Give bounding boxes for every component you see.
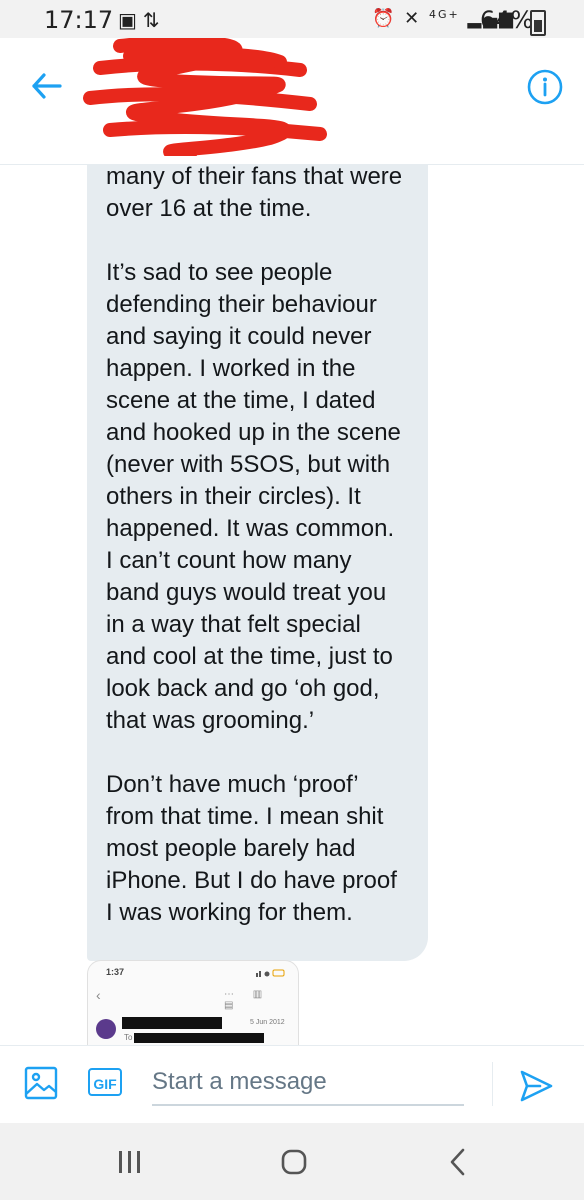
composer-divider — [492, 1062, 493, 1106]
redacted-sender — [122, 1017, 222, 1029]
redacted-contact-name — [83, 38, 327, 156]
gallery-icon: ▣ — [118, 8, 143, 32]
arrow-left-icon — [32, 73, 62, 99]
system-back-button[interactable] — [448, 1147, 468, 1177]
add-image-button[interactable] — [24, 1066, 58, 1100]
image-icon — [24, 1066, 58, 1100]
alarm-icon: ⏰ — [372, 8, 397, 29]
attachment-to-label: To — [124, 1033, 133, 1042]
message-text: I couldn’t safely point out many of thei… — [106, 165, 403, 926]
status-bar: 17:17 ▣⇅ ⏰ ✕ 4G+ ▂▄▆ 64% — [0, 0, 584, 38]
home-icon — [281, 1149, 307, 1175]
redacted-recipient — [134, 1033, 264, 1043]
home-button[interactable] — [280, 1148, 308, 1176]
back-button[interactable] — [26, 66, 66, 106]
battery-icon — [530, 10, 546, 36]
message-input[interactable] — [152, 1060, 464, 1106]
system-navigation-bar — [0, 1123, 584, 1200]
attachment-back-icon: ‹ — [96, 987, 101, 1003]
info-button[interactable] — [526, 68, 564, 106]
send-button[interactable] — [518, 1068, 554, 1104]
recent-apps-button[interactable] — [116, 1149, 144, 1175]
attachment-time: 1:37 — [106, 967, 125, 977]
gif-button[interactable]: GIF — [88, 1068, 122, 1096]
status-time: 17:17 — [44, 6, 114, 34]
attachment-date: 5 Jun 2012 — [250, 1019, 285, 1026]
conversation-thread[interactable]: I couldn’t safely point out many of thei… — [0, 165, 584, 1045]
attachment-status-icons — [256, 969, 285, 977]
mute-icon: ✕ — [404, 8, 422, 29]
avatar — [96, 1019, 116, 1039]
battery-percent: 64% — [480, 6, 534, 34]
image-attachment[interactable]: 1:37 ‹ ⋯ ▥ ▤ To 5 Jun 2012 — [87, 960, 299, 1045]
network-label: 4G+ — [428, 8, 460, 21]
conversation-header — [0, 38, 584, 165]
status-notification-icons: ▣⇅ — [118, 8, 166, 32]
info-icon — [527, 69, 563, 105]
message-composer: GIF — [0, 1045, 584, 1124]
retweet-icon: ⇅ — [142, 8, 166, 32]
send-icon — [520, 1070, 553, 1102]
attachment-toolbar-icons: ⋯ ▥ ▤ — [224, 989, 271, 1011]
recent-apps-icon — [119, 1151, 140, 1173]
chevron-left-icon — [450, 1148, 465, 1176]
